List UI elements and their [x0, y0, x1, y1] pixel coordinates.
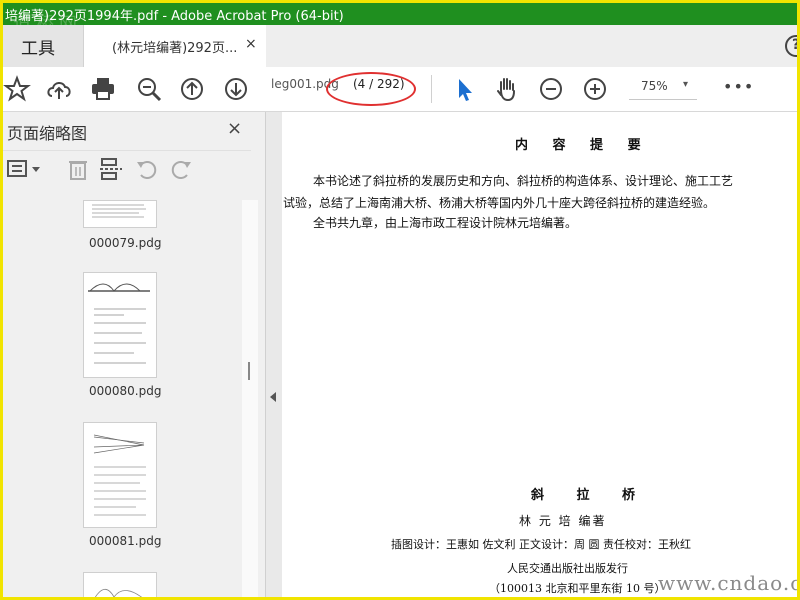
prev-page-icon[interactable] [178, 75, 206, 103]
address-line: （100013 北京和平里东街 10 号） [489, 582, 666, 595]
tab-document-label: (林元培编著)292页... [112, 41, 238, 56]
zoom-in-icon[interactable] [581, 75, 609, 103]
tab-bar: 工具 (林元培编著)292页... × ? [3, 25, 797, 68]
panel-close-icon[interactable]: × [227, 118, 242, 139]
help-symbol: ? [792, 37, 800, 53]
thumbnail-page[interactable] [83, 572, 157, 597]
book-title: 斜 拉 桥 [531, 488, 650, 503]
thumbnail-image [94, 589, 142, 597]
main-toolbar: leg001.pdg (4 / 292) 75% ▾ ••• [3, 67, 797, 112]
select-arrow-icon[interactable] [451, 75, 479, 103]
tab-document[interactable]: (林元培编著)292页... × [84, 25, 266, 67]
panel-toolbar [3, 150, 251, 187]
trash-icon[interactable] [67, 157, 89, 181]
more-options-button[interactable]: ••• [723, 77, 754, 96]
thumbnail-image [93, 434, 146, 516]
tab-tools-label: 工具 [21, 39, 55, 59]
scrollbar-thumb[interactable] [248, 362, 250, 380]
author-line: 林 元 培 编著 [519, 514, 607, 528]
next-page-icon[interactable] [222, 75, 250, 103]
tab-tools[interactable]: 工具 [3, 25, 84, 67]
toolbar-divider [431, 75, 432, 103]
thumbnail-page[interactable] [83, 200, 157, 228]
doc-paragraph-line: 全书共九章，由上海市政工程设计院林元培编著。 [313, 216, 578, 230]
bookmark-star-icon[interactable] [3, 75, 31, 103]
app-window: 培编著)292页1994年.pdf - Adobe Acrobat Pro (6… [0, 0, 800, 600]
panel-splitter[interactable] [266, 112, 282, 597]
thumbnail-label: 000081.pdg [89, 534, 162, 548]
zoom-select[interactable]: 75% ▾ [629, 77, 697, 100]
thumbnail-page[interactable] [83, 422, 157, 528]
title-bar: 培编著)292页1994年.pdf - Adobe Acrobat Pro (6… [3, 3, 797, 35]
thumbnails-panel: 页面缩略图 × 000079.pdg 000080.pdg 000081.pdg [3, 112, 266, 597]
rotate-left-icon[interactable] [135, 157, 159, 181]
thumbnail-image [88, 283, 150, 364]
doc-paragraph-line: 本书论述了斜拉桥的发展历史和方向、斜拉桥的构造体系、设计理论、施工工艺 [313, 174, 734, 188]
thumbnail-label: 000079.pdg [89, 236, 162, 250]
doc-heading: 内 容 提 要 [515, 138, 651, 153]
document-viewer: 内 容 提 要 本书论述了斜拉桥的发展历史和方向、斜拉桥的构造体系、设计理论、施… [283, 112, 797, 597]
zoom-out-icon[interactable] [537, 75, 565, 103]
tab-close-icon[interactable]: × [245, 36, 257, 52]
collapse-arrow-icon[interactable] [270, 392, 276, 402]
page-split-icon[interactable] [99, 157, 123, 181]
thumbnail-list: 000079.pdg 000080.pdg 000081.pdg [3, 200, 241, 597]
panel-title: 页面缩略图 [7, 124, 88, 143]
annotation-circle [326, 72, 416, 106]
credits-line: 插图设计：王惠如 佐文利 正文设计：周 圆 责任校对：王秋红 [391, 538, 691, 551]
thumbnail-label: 000080.pdg [89, 384, 162, 398]
print-icon[interactable] [89, 75, 117, 103]
thumbnail-image [92, 204, 146, 218]
options-menu-icon[interactable] [7, 159, 43, 179]
thumbnail-page[interactable] [83, 272, 157, 378]
upload-cloud-icon[interactable] [45, 75, 73, 103]
rotate-right-icon[interactable] [169, 157, 193, 181]
thumbnail-scrollbar[interactable] [242, 200, 258, 597]
chevron-down-icon: ▾ [683, 79, 689, 90]
publisher-line: 人民交通出版社出版发行 [507, 562, 628, 575]
site-watermark: www.cndao.com [658, 571, 797, 595]
doc-paragraph-line: 试验，总结了上海南浦大桥、杨浦大桥等国内外几十座大跨径斜拉桥的建造经验。 [283, 196, 716, 210]
zoom-value: 75% [641, 79, 668, 93]
zoom-search-icon[interactable] [135, 75, 163, 103]
help-icon[interactable]: ? [785, 35, 800, 57]
hand-tool-icon[interactable] [493, 75, 521, 103]
